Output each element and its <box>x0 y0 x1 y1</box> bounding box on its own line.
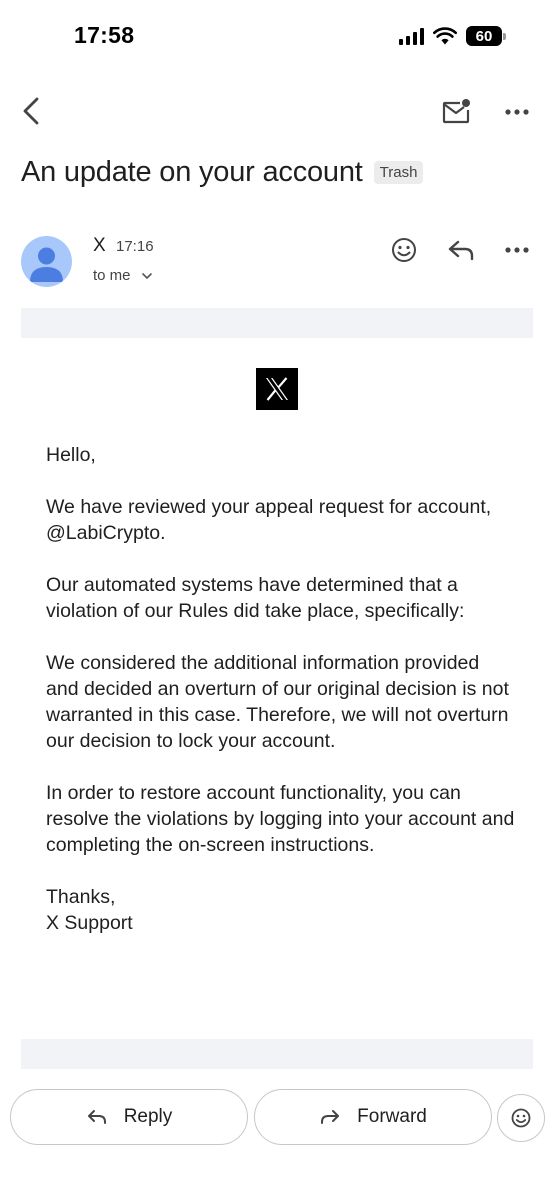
status-time: 17:58 <box>74 22 135 48</box>
battery-icon: 60 <box>466 26 506 46</box>
email-footer-band <box>21 1039 533 1069</box>
reply-button[interactable]: Reply <box>10 1089 248 1145</box>
x-logo <box>256 368 298 410</box>
battery-level: 60 <box>466 26 502 46</box>
add-reaction-button[interactable] <box>390 236 418 264</box>
sender-name[interactable]: X <box>93 235 106 257</box>
chevron-left-icon <box>23 97 39 125</box>
sender-avatar[interactable] <box>21 236 72 287</box>
status-bar: 17:58 60 <box>0 0 554 76</box>
closing: Thanks, <box>46 886 116 908</box>
reply-icon-button[interactable] <box>446 236 476 264</box>
signature: X Support <box>46 912 133 934</box>
person-icon <box>30 247 63 282</box>
email-time: 17:16 <box>116 238 154 255</box>
email-subject: An update on your account <box>21 156 363 188</box>
chevron-down-icon <box>141 272 152 279</box>
more-horiz-icon <box>505 247 529 253</box>
recipient-text: to me <box>93 267 131 284</box>
paragraph-restore: In order to restore account functionalit… <box>46 782 515 856</box>
x-logo-icon <box>266 377 288 401</box>
recipient-details[interactable]: to me <box>93 267 153 284</box>
paragraph-decision: We considered the additional information… <box>46 652 509 752</box>
back-button[interactable] <box>14 94 48 128</box>
trash-label-chip[interactable]: Trash <box>373 161 424 184</box>
email-subject-row: An update on your account Trash <box>21 156 424 189</box>
email-header-band <box>21 308 533 338</box>
forward-button[interactable]: Forward <box>254 1089 492 1145</box>
status-icons: 60 <box>399 26 506 46</box>
email-body: Hello, We have reviewed your appeal requ… <box>46 442 516 936</box>
mark-unread-icon <box>442 99 470 124</box>
paragraph-violation: Our automated systems have determined th… <box>46 574 465 622</box>
mark-unread-button[interactable] <box>440 96 472 128</box>
reply-icon <box>448 240 474 261</box>
reply-label: Reply <box>123 1106 173 1127</box>
emoji-reaction-button[interactable] <box>497 1094 545 1142</box>
emoji-icon <box>392 238 416 262</box>
more-horiz-icon <box>505 109 529 115</box>
reply-icon <box>87 1110 106 1124</box>
more-options-button[interactable] <box>502 96 532 128</box>
cellular-signal-icon <box>399 27 424 45</box>
forward-label: Forward <box>357 1106 427 1127</box>
wifi-icon <box>433 27 457 45</box>
paragraph-appeal: We have reviewed your appeal request for… <box>46 496 492 544</box>
message-more-button[interactable] <box>502 236 532 264</box>
emoji-icon <box>511 1108 531 1128</box>
greeting: Hello, <box>46 444 96 466</box>
forward-icon <box>321 1110 340 1124</box>
top-toolbar <box>0 88 554 136</box>
